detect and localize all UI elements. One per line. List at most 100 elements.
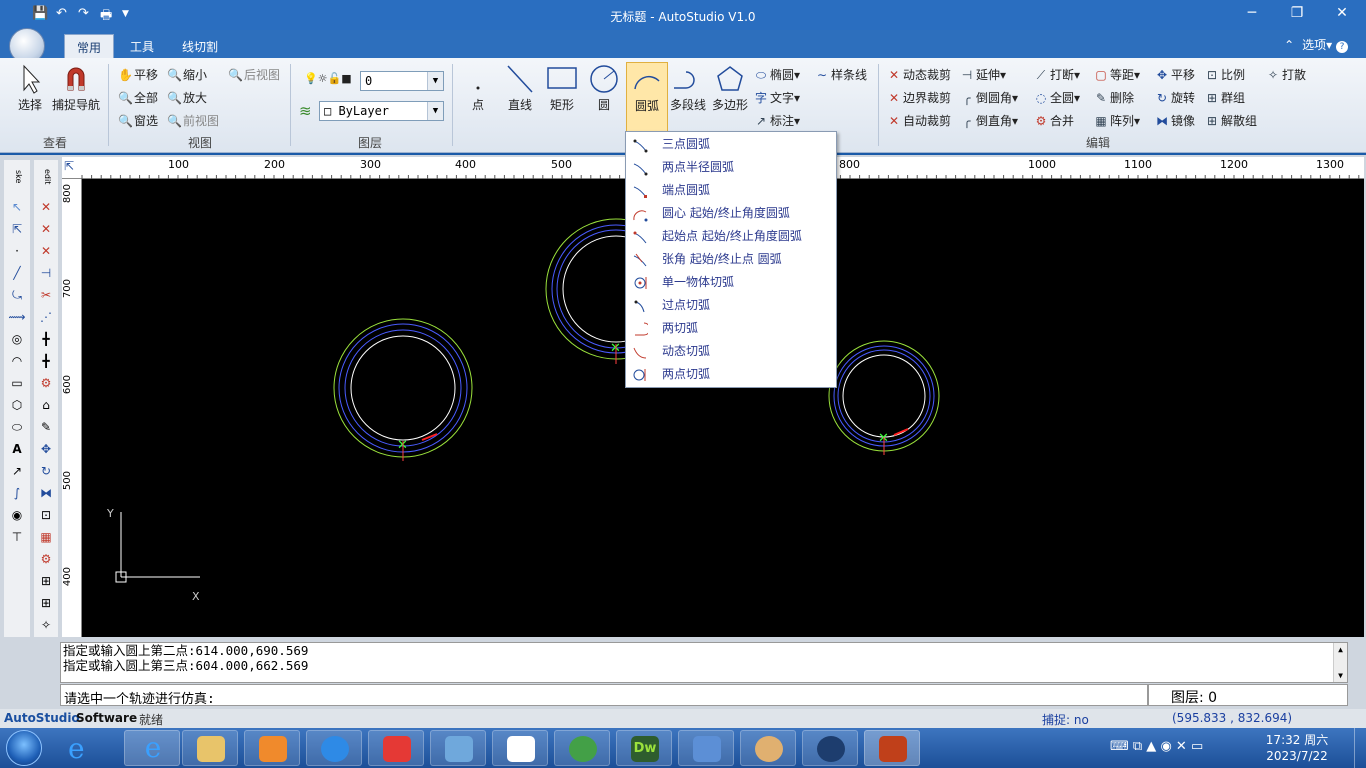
command-scrollbar[interactable]: ▲ ▼ [1333,643,1347,682]
tab-tools[interactable]: 工具 [118,34,166,58]
curve-icon[interactable]: ∫ [7,484,27,502]
zoom-in-button[interactable]: 🔍放大 [167,89,207,106]
target-icon[interactable]: ◉ [7,506,27,524]
sogou-task-icon[interactable] [306,730,362,766]
dreamweaver-task-icon[interactable]: Dw [616,730,672,766]
settings-task-icon[interactable] [802,730,858,766]
paint-task-icon[interactable] [740,730,796,766]
menu-item-angle-endpoint-arc[interactable]: 张角 起始/终止点 圆弧 [626,248,836,271]
rect-icon[interactable]: ▭ [7,374,27,392]
rect-button[interactable]: 矩形 [544,64,580,113]
ie-task-icon[interactable]: e [124,730,180,766]
ellipse-icon[interactable]: ⬭ [7,418,27,436]
select-icon[interactable]: ↖ [7,198,27,216]
line-icon[interactable]: ╱ [7,264,27,282]
polygon-icon[interactable]: ⬡ [7,396,27,414]
layer-state-icons[interactable]: 💡☼🔓■ [304,72,352,85]
erase-icon[interactable]: ✎ [36,418,56,436]
tab-wire-cut[interactable]: 线切割 [170,34,230,58]
break-button[interactable]: ⟋ 打断▾ [1034,66,1080,83]
360-task-icon[interactable] [554,730,610,766]
command-input[interactable]: 请选中一个轨迹进行仿真: [60,684,1148,707]
rotate-button[interactable]: ↻ 旋转 [1155,89,1195,106]
extend-icon[interactable]: ⊣ [36,264,56,282]
mirror-icon[interactable]: ⧓ [36,484,56,502]
mirror-button[interactable]: ⧓ 镜像 [1155,112,1195,129]
layer-manager-icon[interactable]: ≋ [299,102,312,120]
menu-item-two-point-tangent-arc[interactable]: 两点切弧 [626,363,836,386]
maximize-button[interactable]: ❐ [1283,5,1311,25]
bound-trim-button[interactable]: ✕ 边界裁剪 [887,89,951,106]
window-select-button[interactable]: 🔍窗选 [118,112,158,129]
polyline-icon[interactable]: ⤿ [7,286,27,304]
text-icon[interactable]: A [7,440,27,458]
polyline-button[interactable]: 多段线 [668,64,708,113]
menu-item-two-point-radius-arc[interactable]: 两点半径圆弧 [626,156,836,179]
join-icon[interactable]: ⚙ [36,374,56,392]
group-icon[interactable]: ⊞ [36,572,56,590]
break-icon[interactable]: ⋰ [36,308,56,326]
tab-common[interactable]: 常用 [64,34,115,58]
circle-left[interactable]: ✕ [333,318,473,461]
join-button[interactable]: ⚙ 合并 [1034,112,1074,129]
baidu-task-icon[interactable] [492,730,548,766]
polygon-button[interactable]: 多边形 [710,64,750,113]
zoom-out-button[interactable]: 🔍缩小 [167,66,207,83]
circle-icon[interactable]: ◎ [7,330,27,348]
linetype-combo[interactable]: □ ByLayer ▼ [319,101,444,121]
move-icon[interactable]: ✥ [36,440,56,458]
autostudio-task-icon[interactable] [864,730,920,766]
all-round-button[interactable]: ◌ 全圆▾ [1034,89,1080,106]
tray-icons[interactable]: ⌨ ⧉ ▲ ◉ ✕ ▭ [1110,739,1203,754]
move-button[interactable]: ✥ 平移 [1155,66,1195,83]
control-panel-task-icon[interactable] [430,730,486,766]
array-button[interactable]: ▦ 阵列▾ [1094,112,1140,129]
dyn-trim-button[interactable]: ✕ 动态裁剪 [887,66,951,83]
menu-item-start-angle-arc[interactable]: 起始点 起始/终止角度圆弧 [626,225,836,248]
cross-icon[interactable]: ╋ [36,330,56,348]
ie-pinned-icon[interactable]: e [68,732,85,765]
menu-item-point-tangent-arc[interactable]: 过点切弧 [626,294,836,317]
node-select-icon[interactable]: ⇱ [7,220,27,238]
explode-button[interactable]: ✧ 打散 [1266,66,1306,83]
ellipse-button[interactable]: ⬭ 椭圆▾ [754,66,800,83]
dim-button[interactable]: ↗ 标注▾ [754,112,800,129]
trim2-icon[interactable]: ✕ [36,220,56,238]
app-task-icon[interactable] [368,730,424,766]
gear-icon[interactable]: ⚙ [36,550,56,568]
show-desktop-button[interactable] [1354,728,1366,768]
ungroup-button[interactable]: ⊞ 解散组 [1205,112,1257,129]
dim-icon[interactable]: ↗ [7,462,27,480]
circle-button[interactable]: 圆 [586,64,622,113]
tab-ske[interactable]: ske [7,162,27,192]
clock[interactable]: 17:32 周六 2023/7/22 [1262,732,1332,764]
trim3-icon[interactable]: ✕ [36,242,56,260]
extend-button[interactable]: ⊣ 延伸▾ [960,66,1006,83]
close-button[interactable]: ✕ [1328,5,1356,25]
delete-button[interactable]: ✎ 删除 [1094,89,1134,106]
group-button[interactable]: ⊞ 群组 [1205,89,1245,106]
stamp-icon[interactable]: ⊤ [7,528,27,546]
scale-button[interactable]: ⊡ 比例 [1205,66,1245,83]
scale-icon[interactable]: ⊡ [36,506,56,524]
options-menu[interactable]: ⌃ 选项▾ ? [1284,36,1348,53]
menu-item-endpoint-arc[interactable]: 端点圆弧 [626,179,836,202]
rotate-icon[interactable]: ↻ [36,462,56,480]
ungroup-icon[interactable]: ⊞ [36,594,56,612]
menu-item-center-angle-arc[interactable]: 圆心 起始/终止角度圆弧 [626,202,836,225]
circle-right[interactable]: ✕ [828,340,940,455]
explorer-task-icon[interactable] [182,730,238,766]
menu-item-two-tangent-arc[interactable]: 两切弧 [626,317,836,340]
line-button[interactable]: 直线 [502,64,538,113]
trim-icon[interactable]: ✕ [36,198,56,216]
minimize-button[interactable]: ─ [1238,5,1266,25]
layer-combo[interactable]: 0 ▼ [360,71,444,91]
tab-edit[interactable]: edit [36,162,56,192]
explode-icon[interactable]: ✧ [36,616,56,634]
prev-view-button[interactable]: 🔍前视图 [167,112,219,129]
text-button[interactable]: 字文字▾ [754,89,800,106]
arc-icon[interactable]: ◠ [7,352,27,370]
point-icon[interactable]: · [7,242,27,260]
point-button[interactable]: 点 [460,64,496,113]
menu-item-dynamic-tangent-arc[interactable]: 动态切弧 [626,340,836,363]
